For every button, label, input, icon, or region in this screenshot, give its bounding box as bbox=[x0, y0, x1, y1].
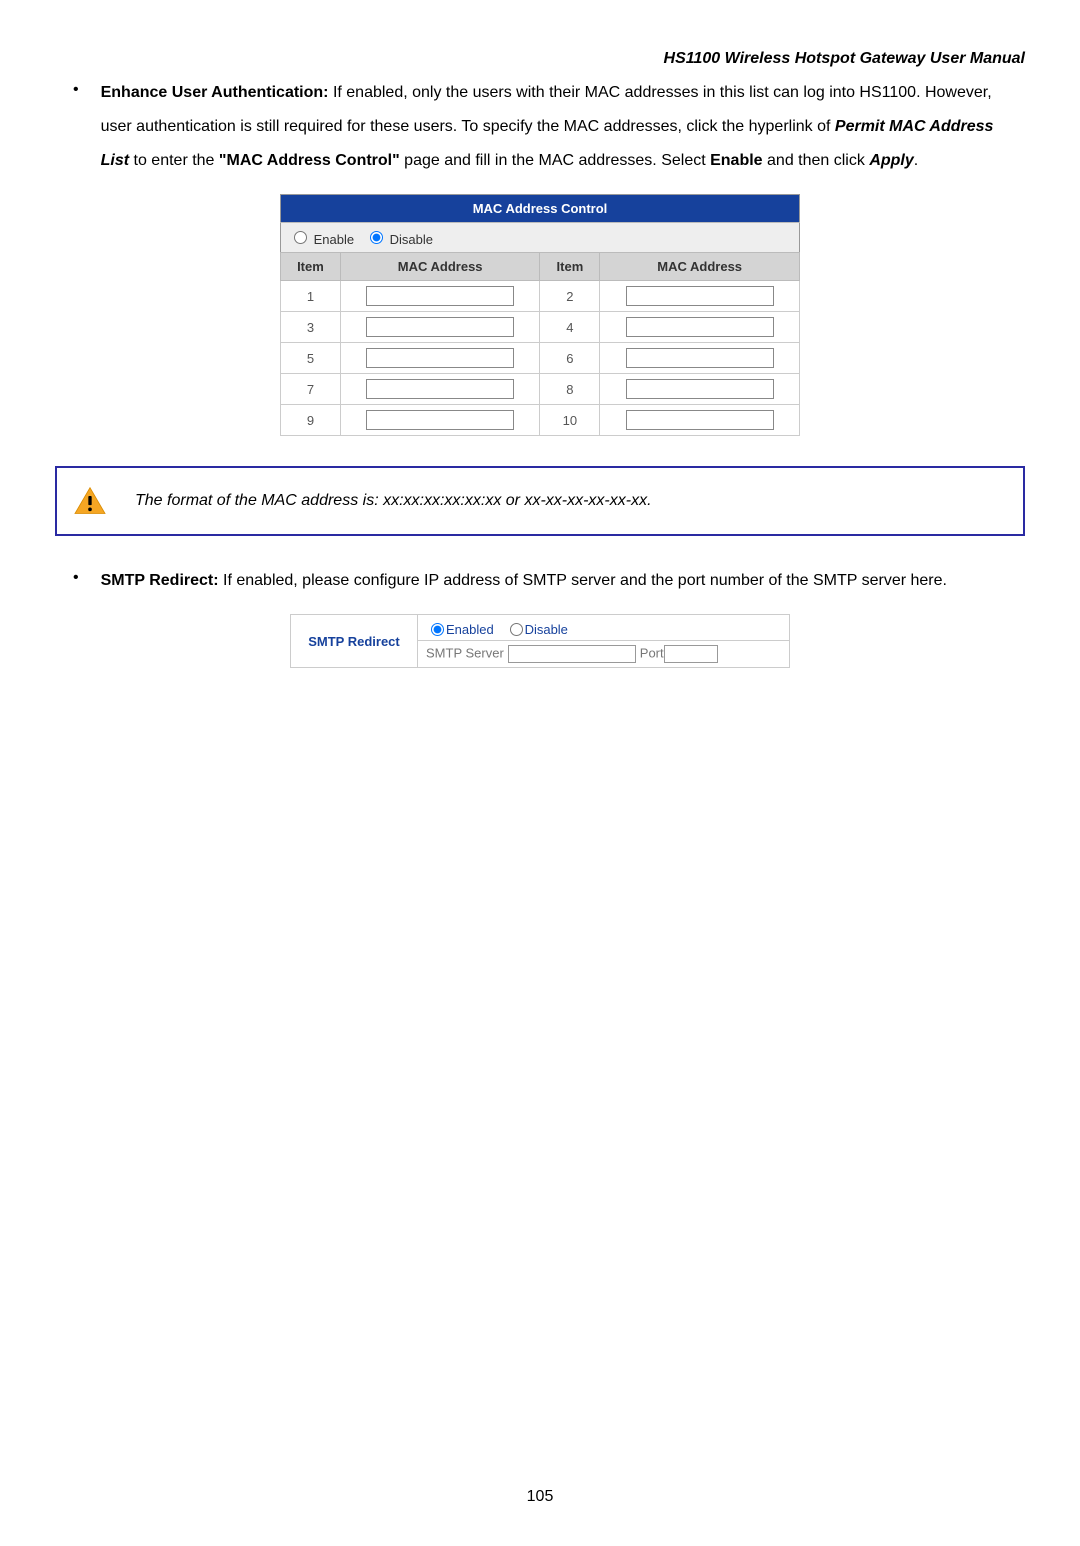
mac-cell bbox=[340, 281, 540, 312]
item-num: 4 bbox=[540, 312, 600, 343]
smtp-server-label: SMTP Server bbox=[426, 645, 504, 660]
col-item-2: Item bbox=[540, 253, 600, 281]
item-num: 10 bbox=[540, 405, 600, 436]
smtp-server-row: SMTP Server Port bbox=[418, 641, 790, 668]
mac-input-3[interactable] bbox=[366, 317, 514, 337]
mac-subheader-row: Item MAC Address Item MAC Address bbox=[281, 253, 800, 281]
mac-input-7[interactable] bbox=[366, 379, 514, 399]
warning-triangle-icon bbox=[73, 486, 107, 516]
table-row: 9 10 bbox=[281, 405, 800, 436]
apply-word: Apply bbox=[869, 152, 913, 169]
mac-enable-radio[interactable] bbox=[294, 231, 307, 244]
mac-cell bbox=[600, 312, 800, 343]
item-num: 5 bbox=[281, 343, 341, 374]
t3: page and fill in the MAC addresses. Sele… bbox=[400, 152, 710, 169]
bullet-dot: • bbox=[73, 564, 79, 598]
bullet-text-1: Enhance User Authentication: If enabled,… bbox=[101, 76, 1025, 178]
mac-cell bbox=[600, 374, 800, 405]
mac-cell bbox=[600, 281, 800, 312]
smtp-disable-radio[interactable] bbox=[510, 623, 523, 636]
mac-input-5[interactable] bbox=[366, 348, 514, 368]
col-mac-2: MAC Address bbox=[600, 253, 800, 281]
mac-cell bbox=[600, 343, 800, 374]
mac-enable-label: Enable bbox=[314, 232, 354, 247]
doc-header-title: HS1100 Wireless Hotspot Gateway User Man… bbox=[55, 50, 1025, 68]
smtp-section-label: SMTP Redirect bbox=[291, 615, 418, 668]
warning-text: The format of the MAC address is: xx:xx:… bbox=[135, 492, 652, 510]
warning-box: The format of the MAC address is: xx:xx:… bbox=[55, 466, 1025, 536]
bullet-enhance-auth: • Enhance User Authentication: If enable… bbox=[73, 76, 1025, 178]
smtp-port-label: Port bbox=[640, 645, 664, 660]
enhance-auth-label: Enhance User Authentication: bbox=[101, 84, 329, 101]
smtp-redirect-table: SMTP Redirect Enabled Disable SMTP Serve… bbox=[290, 614, 790, 668]
mac-input-10[interactable] bbox=[626, 410, 774, 430]
smtp-redirect-label: SMTP Redirect: bbox=[101, 572, 219, 589]
enable-word: Enable bbox=[710, 152, 762, 169]
mac-disable-label: Disable bbox=[390, 232, 433, 247]
mac-cell bbox=[340, 374, 540, 405]
table-row: 3 4 bbox=[281, 312, 800, 343]
mac-cell bbox=[340, 405, 540, 436]
item-num: 8 bbox=[540, 374, 600, 405]
mac-cell bbox=[340, 312, 540, 343]
item-num: 6 bbox=[540, 343, 600, 374]
mac-table-title: MAC Address Control bbox=[281, 195, 800, 223]
mac-input-9[interactable] bbox=[366, 410, 514, 430]
mac-input-6[interactable] bbox=[626, 348, 774, 368]
bullet-text-2: SMTP Redirect: If enabled, please config… bbox=[101, 564, 1025, 598]
mac-enable-disable-row: Enable Disable bbox=[281, 223, 800, 253]
mac-input-1[interactable] bbox=[366, 286, 514, 306]
document-page: HS1100 Wireless Hotspot Gateway User Man… bbox=[0, 0, 1080, 1546]
smtp-disable-label: Disable bbox=[525, 622, 568, 637]
item-num: 2 bbox=[540, 281, 600, 312]
mac-input-8[interactable] bbox=[626, 379, 774, 399]
smtp-server-input[interactable] bbox=[508, 645, 636, 663]
table-row: 5 6 bbox=[281, 343, 800, 374]
smtp-enabled-radio[interactable] bbox=[431, 623, 444, 636]
mac-cell bbox=[340, 343, 540, 374]
mac-control-quote: "MAC Address Control" bbox=[219, 152, 400, 169]
bullet-dot: • bbox=[73, 76, 79, 178]
col-item-1: Item bbox=[281, 253, 341, 281]
item-num: 1 bbox=[281, 281, 341, 312]
t2: to enter the bbox=[129, 152, 219, 169]
smtp-enable-row: Enabled Disable bbox=[418, 615, 790, 641]
page-number: 105 bbox=[55, 1488, 1025, 1506]
mac-input-4[interactable] bbox=[626, 317, 774, 337]
table-row: 7 8 bbox=[281, 374, 800, 405]
mac-cell bbox=[600, 405, 800, 436]
mac-address-table: MAC Address Control Enable Disable Item … bbox=[280, 194, 800, 436]
smtp-enabled-label: Enabled bbox=[446, 622, 494, 637]
col-mac-1: MAC Address bbox=[340, 253, 540, 281]
mac-disable-radio[interactable] bbox=[370, 231, 383, 244]
item-num: 9 bbox=[281, 405, 341, 436]
item-num: 7 bbox=[281, 374, 341, 405]
bullet-smtp: • SMTP Redirect: If enabled, please conf… bbox=[73, 564, 1025, 598]
item-num: 3 bbox=[281, 312, 341, 343]
smtp-port-input[interactable] bbox=[664, 645, 718, 663]
period: . bbox=[914, 152, 918, 169]
t4: and then click bbox=[763, 152, 870, 169]
mac-input-2[interactable] bbox=[626, 286, 774, 306]
smtp-desc: If enabled, please configure IP address … bbox=[219, 572, 947, 589]
table-row: 1 2 bbox=[281, 281, 800, 312]
